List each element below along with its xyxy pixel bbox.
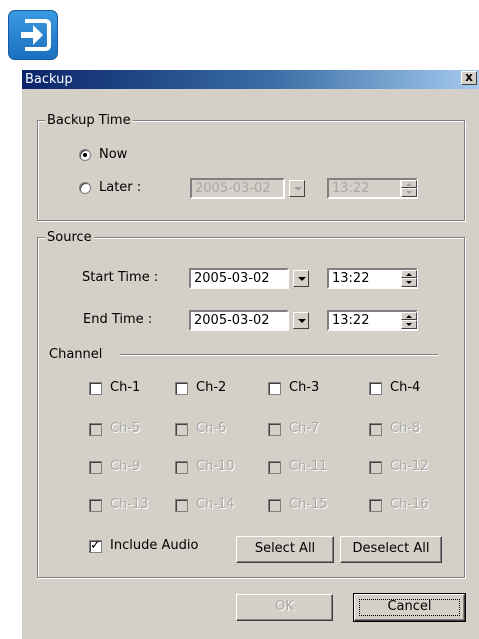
end-date-select[interactable]: 2005-03-02	[189, 310, 309, 331]
focus-rect	[359, 599, 460, 616]
include-audio-label: Include Audio	[110, 538, 199, 553]
channel-label: Ch-10	[196, 459, 235, 474]
now-label: Now	[99, 147, 128, 162]
title-bar[interactable]: Backup x	[22, 70, 479, 89]
channel-label: Ch-3	[289, 380, 320, 395]
chevron-down-icon[interactable]	[293, 312, 309, 329]
close-button[interactable]: x	[461, 71, 477, 85]
channel-label: Ch-12	[390, 459, 429, 474]
select-all-button[interactable]: Select All	[236, 536, 334, 563]
channel-label: Ch-7	[289, 421, 320, 436]
start-time-label: Start Time :	[82, 270, 159, 285]
start-time-value: 13:22	[332, 271, 370, 286]
backup-time-group: Backup Time	[37, 113, 465, 221]
later-date-value: 2005-03-02	[195, 181, 271, 196]
start-time-spinner[interactable]: 13:22	[327, 268, 418, 289]
channel-label: Ch-11	[289, 459, 328, 474]
channel-checkbox[interactable]	[89, 382, 102, 395]
backup-dialog: Backup x Backup Time Now Later : 2005-03…	[22, 70, 479, 639]
later-label: Later :	[99, 180, 142, 195]
chevron-down-icon	[289, 180, 305, 197]
window-title: Backup	[25, 72, 73, 87]
end-time-label: End Time :	[83, 312, 153, 327]
later-date-select: 2005-03-02	[190, 178, 305, 199]
end-time-spinner[interactable]: 13:22	[327, 310, 418, 331]
cancel-button[interactable]: Cancel	[353, 593, 466, 622]
channel-checkbox	[268, 499, 281, 512]
import-arrow-icon[interactable]	[8, 10, 58, 60]
channel-checkbox	[369, 461, 382, 474]
channel-label: Ch-8	[390, 421, 421, 436]
channel-label: Ch-1	[110, 380, 141, 395]
channel-label: Ch-6	[196, 421, 227, 436]
spinner-arrows-icon[interactable]	[400, 270, 417, 287]
now-radio[interactable]	[79, 149, 91, 161]
channel-label: Ch-4	[390, 380, 421, 395]
channel-checkbox	[89, 499, 102, 512]
later-radio[interactable]	[79, 182, 91, 194]
channel-checkbox	[369, 499, 382, 512]
ok-button[interactable]: OK	[236, 594, 333, 621]
channel-checkbox	[268, 461, 281, 474]
channel-checkbox[interactable]	[369, 382, 382, 395]
channel-checkbox	[369, 423, 382, 436]
spinner-arrows-icon[interactable]	[400, 312, 417, 329]
channel-label: Ch-9	[110, 459, 141, 474]
channel-label: Ch-14	[196, 497, 235, 512]
channel-checkbox	[175, 499, 188, 512]
channel-checkbox[interactable]	[175, 382, 188, 395]
end-date-value: 2005-03-02	[194, 313, 270, 328]
channel-checkbox	[268, 423, 281, 436]
channel-label: Ch-5	[110, 421, 141, 436]
channel-checkbox	[175, 461, 188, 474]
source-legend: Source	[45, 230, 94, 245]
deselect-all-button[interactable]: Deselect All	[340, 536, 442, 563]
channel-label: Ch-15	[289, 497, 328, 512]
channel-label: Channel	[49, 347, 103, 362]
end-time-value: 13:22	[332, 313, 370, 328]
later-time-spinner: 13:22	[327, 178, 418, 199]
start-date-value: 2005-03-02	[194, 271, 270, 286]
backup-time-legend: Backup Time	[45, 113, 133, 128]
channel-label: Ch-13	[110, 497, 149, 512]
channel-checkbox[interactable]	[268, 382, 281, 395]
channel-label: Ch-16	[390, 497, 429, 512]
channel-divider	[120, 354, 438, 356]
channel-checkbox	[89, 423, 102, 436]
spinner-arrows-icon	[400, 180, 417, 197]
start-date-select[interactable]: 2005-03-02	[189, 268, 309, 289]
channel-checkbox	[89, 461, 102, 474]
chevron-down-icon[interactable]	[293, 270, 309, 287]
channel-label: Ch-2	[196, 380, 227, 395]
include-audio-checkbox[interactable]	[89, 538, 102, 553]
later-time-value: 13:22	[332, 181, 370, 196]
channel-checkbox	[175, 423, 188, 436]
